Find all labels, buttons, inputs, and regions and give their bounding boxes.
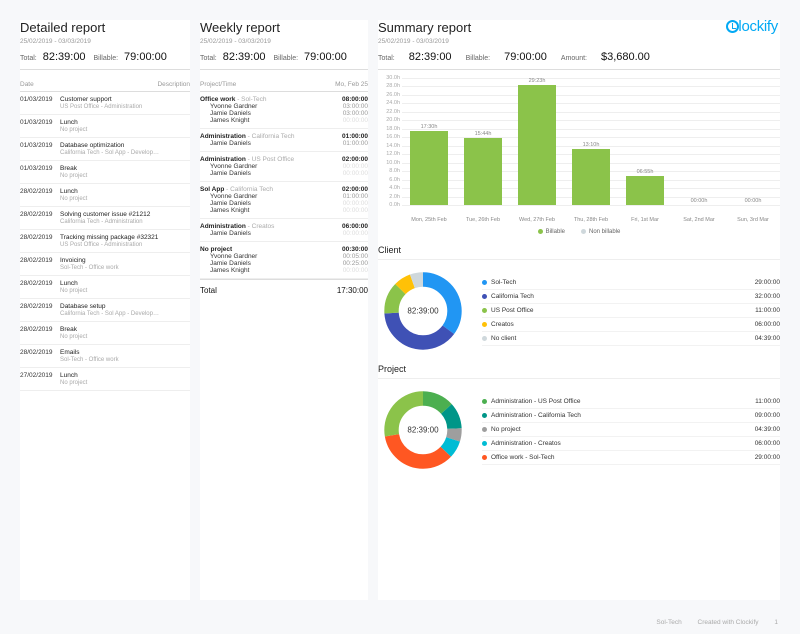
weekly-group: Sol App - California Tech02:00:00Yvonne … — [200, 182, 368, 219]
page-footer: Sol-Tech Created with Clockify 1 — [642, 619, 778, 626]
detailed-header-row: Date Description — [20, 78, 190, 92]
weekly-group: Administration - Creatos06:00:00Jamie Da… — [200, 219, 368, 242]
detailed-row: 28/02/2019InvoicingSol-Tech - Office wor… — [20, 253, 190, 276]
detailed-title: Detailed report — [20, 20, 190, 35]
detailed-row: 28/02/2019BreakNo project — [20, 322, 190, 345]
weekly-person-row: Jamie Daniels00:00:00 — [200, 200, 368, 207]
project-legend: Administration - US Post Office11:00:00A… — [482, 395, 780, 465]
bar-chart-legend: Billable Non billable — [378, 229, 780, 235]
project-donut-chart: 82:39:00 — [378, 385, 468, 475]
legend-row: Administration - California Tech09:00:00 — [482, 409, 780, 423]
weekly-person-row: Jamie Daniels00:00:00 — [200, 170, 368, 177]
legend-row: Administration - US Post Office11:00:00 — [482, 395, 780, 409]
client-donut-chart: 82:39:00 — [378, 266, 468, 356]
weekly-person-row: Yvonne Gardner00:05:00 — [200, 253, 368, 260]
summary-report-panel: Summary report 25/02/2019 - 03/03/2019 T… — [378, 20, 780, 600]
weekly-person-row: Yvonne Gardner03:00:00 — [200, 103, 368, 110]
legend-row: Administration - Creatos06:00:00 — [482, 437, 780, 451]
detailed-row: 27/02/2019LunchNo project — [20, 368, 190, 391]
weekly-group: Administration - US Post Office02:00:00Y… — [200, 152, 368, 182]
legend-row: No client04:39:00 — [482, 332, 780, 346]
detailed-row: 28/02/2019Database setupCalifornia Tech … — [20, 299, 190, 322]
legend-row: California Tech32:00:00 — [482, 290, 780, 304]
weekly-group: No project00:30:00Yvonne Gardner00:05:00… — [200, 242, 368, 279]
detailed-row: 01/03/2019BreakNo project — [20, 161, 190, 184]
detailed-row: 28/02/2019LunchNo project — [20, 184, 190, 207]
weekly-header-row: Project/Time Mo, Feb 25 — [200, 78, 368, 92]
weekly-title: Weekly report — [200, 20, 368, 35]
weekly-person-row: Jamie Daniels03:00:00 — [200, 110, 368, 117]
clockify-logo: lockify — [726, 18, 778, 35]
weekly-person-row: Jamie Daniels00:25:00 — [200, 260, 368, 267]
detailed-row: 28/02/2019EmailsSol-Tech - Office work — [20, 345, 190, 368]
detailed-row: 01/03/2019Database optimizationCaliforni… — [20, 138, 190, 161]
summary-bar-chart: 0.0h2.0h4.0h6.0h8.0h10.0h12.0h14.0h16.0h… — [378, 78, 780, 223]
detailed-date-range: 25/02/2019 - 03/03/2019 — [20, 38, 190, 45]
weekly-report-panel: Weekly report 25/02/2019 - 03/03/2019 To… — [200, 20, 368, 600]
detailed-report-panel: Detailed report 25/02/2019 - 03/03/2019 … — [20, 20, 190, 600]
weekly-person-row: Jamie Daniels00:00:00 — [200, 230, 368, 237]
weekly-person-row: James Knight00:00:00 — [200, 267, 368, 274]
weekly-person-row: James Knight00:00:00 — [200, 117, 368, 124]
project-section-title: Project — [378, 364, 780, 379]
detailed-row: 28/02/2019Solving customer issue #21212C… — [20, 207, 190, 230]
weekly-person-row: Yvonne Gardner01:00:00 — [200, 193, 368, 200]
summary-title: Summary report — [378, 20, 780, 35]
detailed-row: 28/02/2019LunchNo project — [20, 276, 190, 299]
weekly-total-row: Total 17:30:00 — [200, 279, 368, 295]
legend-row: US Post Office11:00:00 — [482, 304, 780, 318]
weekly-group: Administration - California Tech01:00:00… — [200, 129, 368, 152]
detailed-row: 28/02/2019Tracking missing package #3232… — [20, 230, 190, 253]
detailed-row: 01/03/2019Customer supportUS Post Office… — [20, 92, 190, 115]
legend-row: Sol-Tech29:00:00 — [482, 276, 780, 290]
detailed-totals: Total:82:39:00 Billable:79:00:00 — [20, 51, 190, 70]
detailed-row: 01/03/2019LunchNo project — [20, 115, 190, 138]
weekly-person-row: James Knight00:00:00 — [200, 207, 368, 214]
weekly-totals: Total:82:39:00 Billable:79:00:00 — [200, 51, 368, 70]
legend-row: No project04:39:00 — [482, 423, 780, 437]
client-legend: Sol-Tech29:00:00California Tech32:00:00U… — [482, 276, 780, 346]
client-section-title: Client — [378, 245, 780, 260]
weekly-group: Office work - Sol-Tech08:00:00Yvonne Gar… — [200, 92, 368, 129]
summary-totals: Total:82:39:00 Billable:79:00:00 Amount:… — [378, 51, 780, 70]
legend-row: Creatos06:00:00 — [482, 318, 780, 332]
weekly-person-row: Yvonne Gardner00:00:00 — [200, 163, 368, 170]
summary-date-range: 25/02/2019 - 03/03/2019 — [378, 38, 780, 45]
legend-row: Office work - Sol-Tech29:00:00 — [482, 451, 780, 465]
weekly-date-range: 25/02/2019 - 03/03/2019 — [200, 38, 368, 45]
weekly-person-row: Jamie Daniels01:00:00 — [200, 140, 368, 147]
